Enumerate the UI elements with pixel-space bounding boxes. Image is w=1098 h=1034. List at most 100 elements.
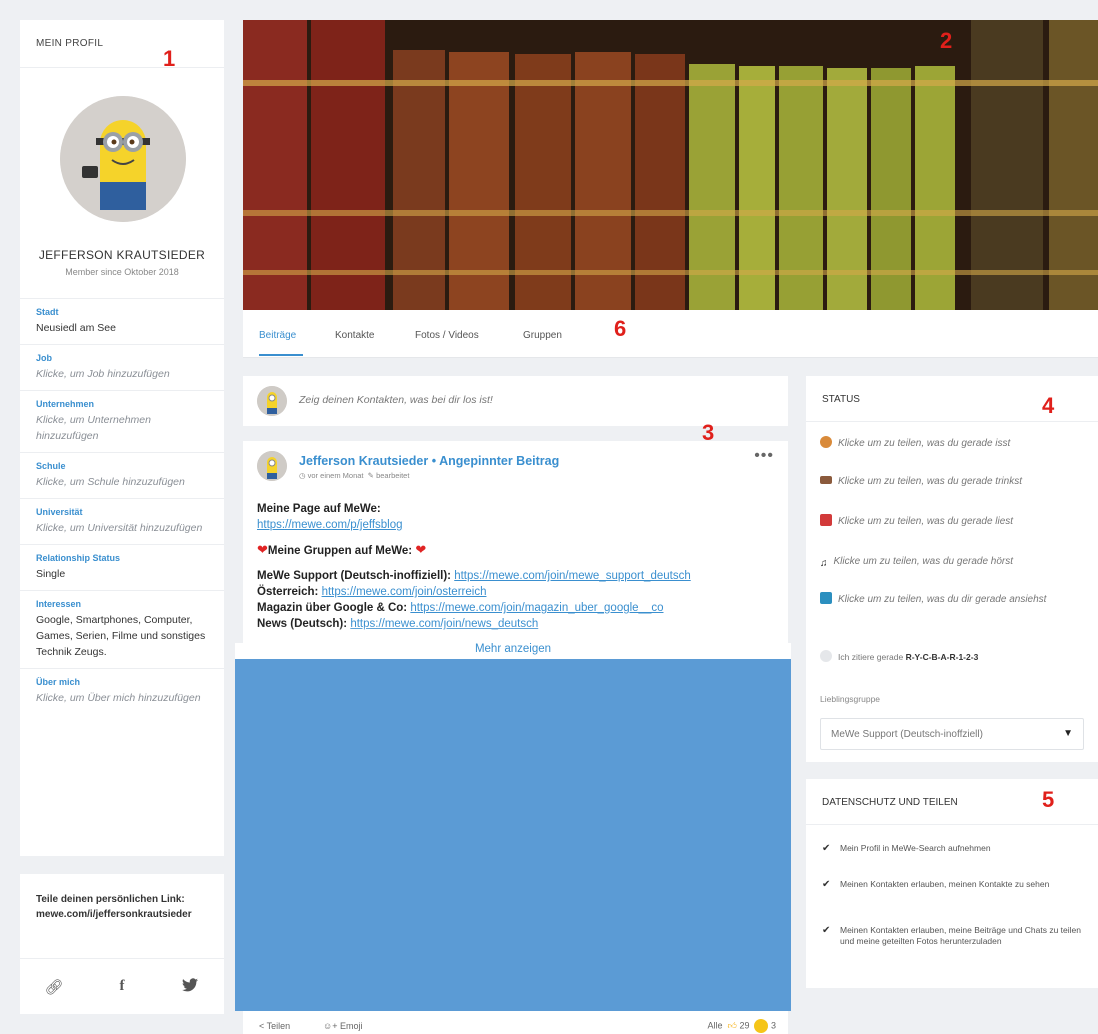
annotation-1: 1: [163, 46, 176, 71]
annotation-6: 6: [614, 316, 627, 341]
post-meta: ◷ vor einem Monat ✎ bearbeitet: [299, 471, 409, 480]
burger-icon: [820, 436, 832, 448]
field-label: Job: [36, 353, 53, 363]
post-media-placeholder[interactable]: [235, 659, 791, 1011]
status-eating[interactable]: Klicke um zu teilen, was du gerade isst: [820, 434, 1082, 453]
pencil-icon: ✎: [367, 471, 374, 480]
all-reactions-label: Alle: [707, 1020, 723, 1031]
post-time: vor einem Monat: [307, 471, 364, 480]
field-label: Unternehmen: [36, 399, 95, 409]
group1-link[interactable]: https://mewe.com/join/mewe_support_deuts…: [454, 570, 691, 582]
annotation-5: 5: [1042, 787, 1055, 812]
personal-link-card: Teile deinen persönlichen Link: mewe.com…: [20, 874, 224, 1014]
annotation-4: 4: [1042, 393, 1055, 418]
favorite-group-select[interactable]: MeWe Support (Deutsch-inoffziell) ▼: [820, 718, 1084, 750]
profile-name: JEFFERSON KRAUTSIEDER: [38, 248, 206, 262]
group2-label: Österreich:: [257, 586, 319, 598]
speech-bubble-icon: [820, 650, 832, 662]
post-composer[interactable]: Zeig deinen Kontakten, was bei dir los i…: [243, 376, 788, 426]
field-relationship[interactable]: Relationship Status Single: [20, 544, 224, 590]
field-unternehmen[interactable]: Unternehmen Klicke, um Unternehmen hinzuz…: [20, 390, 224, 452]
field-interessen[interactable]: Interessen Google, Smartphones, Computer,…: [20, 590, 224, 668]
field-value: Klicke, um Über mich hinzuzufügen: [36, 692, 201, 704]
field-value: Klicke, um Schule hinzuzufügen: [36, 476, 185, 488]
field-ueber-mich[interactable]: Über mich Klicke, um Über mich hinzuzufüg…: [20, 668, 224, 714]
share-icon: <: [259, 1021, 265, 1031]
favorite-group-value: MeWe Support (Deutsch-inoffziell): [831, 729, 983, 740]
tv-icon: [820, 592, 832, 604]
personal-link-url[interactable]: mewe.com/i/jeffersonkrautsieder: [36, 907, 208, 922]
field-value: Klicke, um Universität hinzuzufügen: [36, 522, 203, 534]
status-listening[interactable]: ♫ Klicke um zu teilen, was du gerade hörs…: [820, 552, 1082, 571]
groups-title: Meine Gruppen auf MeWe:: [267, 545, 413, 557]
privacy-option-search[interactable]: ✔ Mein Profil in MeWe-Search aufnehmen: [822, 843, 1082, 854]
status-card: STATUS Klicke um zu teilen, was du gerad…: [806, 376, 1098, 762]
tab-kontakte[interactable]: Kontakte: [335, 330, 374, 341]
pinned-label: Angepinnter Beitrag: [439, 454, 560, 468]
avatar[interactable]: [60, 96, 186, 222]
field-universitaet[interactable]: Universität Klicke, um Universität hinzuz…: [20, 498, 224, 544]
emoji-button[interactable]: ☺+ Emoji: [323, 1021, 362, 1031]
pinned-post: Jefferson Krautsieder • Angepinnter Beit…: [243, 441, 788, 651]
group3-label: Magazin über Google & Co:: [257, 602, 408, 614]
minion-avatar-icon: [60, 96, 186, 222]
field-value: Single: [36, 568, 66, 580]
status-watching[interactable]: Klicke um zu teilen, was du dir gerade a…: [820, 590, 1082, 609]
share-button[interactable]: < Teilen: [259, 1021, 290, 1031]
link-icon[interactable]: 🔗︎: [42, 978, 66, 996]
field-label: Über mich: [36, 677, 81, 687]
post-menu-icon[interactable]: •••: [754, 447, 774, 465]
tab-gruppen[interactable]: Gruppen: [523, 330, 562, 341]
profile-card: MEIN PROFIL JEFFERSON KRAUTSIEDER Member…: [20, 20, 224, 856]
group2-link[interactable]: https://mewe.com/join/osterreich: [322, 586, 487, 598]
post-link-page[interactable]: https://mewe.com/p/jeffsblog: [257, 519, 403, 531]
share-icons: 🔗︎ f: [20, 958, 224, 1014]
group1-label: MeWe Support (Deutsch-inoffiziell):: [257, 570, 452, 582]
field-value: Google, Smartphones, Computer, Games, Se…: [36, 614, 206, 658]
field-stadt[interactable]: Stadt Neusiedl am See: [20, 298, 224, 344]
personal-link-text: Teile deinen persönlichen Link: mewe.com…: [20, 874, 224, 922]
book-icon: [820, 514, 832, 526]
reactions-summary[interactable]: Alle 👍︎ 29 3: [707, 1019, 776, 1033]
profile-tabs: Beiträge Kontakte Fotos / Videos Gruppen: [243, 310, 1098, 358]
heart-icon: ❤: [415, 542, 427, 557]
post-author[interactable]: Jefferson Krautsieder: [299, 454, 428, 468]
group3-link[interactable]: https://mewe.com/join/magazin_uber_googl…: [410, 602, 663, 614]
status-quote[interactable]: Ich zitiere gerade R-Y-C-B-A-R-1-2-3: [820, 648, 1082, 667]
tab-beitraege[interactable]: Beiträge: [259, 330, 296, 341]
field-label: Relationship Status: [36, 553, 121, 563]
show-more-link[interactable]: Mehr anzeigen: [235, 643, 791, 659]
status-reading[interactable]: Klicke um zu teilen, was du gerade liest: [820, 512, 1082, 531]
smiley-icon: ☺+: [323, 1021, 338, 1031]
twitter-icon[interactable]: [178, 977, 202, 996]
privacy-option-sharing[interactable]: ✔ Meinen Kontakten erlauben, meine Beiträ…: [822, 925, 1082, 947]
post-footer: < Teilen ☺+ Emoji Alle 👍︎ 29 3: [243, 1011, 788, 1034]
personal-link-label: Teile deinen persönlichen Link:: [36, 894, 185, 905]
post-body: Meine Page auf MeWe: https://mewe.com/p/…: [257, 501, 782, 632]
active-tab-underline: [259, 354, 303, 356]
member-since: Member since Oktober 2018: [65, 267, 179, 277]
bullet: •: [431, 454, 440, 468]
status-drinking[interactable]: Klicke um zu teilen, was du gerade trink…: [820, 472, 1082, 491]
field-label: Interessen: [36, 599, 82, 609]
post-avatar[interactable]: [257, 451, 287, 481]
cover-image[interactable]: [243, 20, 1098, 310]
profile-header: MEIN PROFIL: [20, 20, 224, 68]
bookshelf-image-icon: [243, 20, 1098, 310]
field-value: Klicke, um Job hinzuzufügen: [36, 368, 170, 380]
privacy-option-contacts[interactable]: ✔ Meinen Kontakten erlauben, meinen Konta…: [822, 879, 1082, 890]
tab-fotos-videos[interactable]: Fotos / Videos: [415, 330, 479, 341]
field-job[interactable]: Job Klicke, um Job hinzuzufügen: [20, 344, 224, 390]
post-line1: Meine Page auf MeWe:: [257, 503, 381, 515]
facebook-icon[interactable]: f: [110, 978, 134, 995]
field-label: Universität: [36, 507, 83, 517]
annotation-3: 3: [702, 420, 715, 445]
field-value: Klicke, um Unternehmen hinzuzufügen: [36, 414, 151, 442]
composer-placeholder[interactable]: Zeig deinen Kontakten, was bei dir los i…: [299, 394, 493, 406]
field-label: Stadt: [36, 307, 59, 317]
checkmark-icon: ✔: [822, 925, 831, 936]
annotation-2: 2: [940, 28, 953, 53]
field-schule[interactable]: Schule Klicke, um Schule hinzuzufügen: [20, 452, 224, 498]
checkmark-icon: ✔: [822, 843, 831, 854]
laugh-emoji-icon: [754, 1019, 769, 1033]
